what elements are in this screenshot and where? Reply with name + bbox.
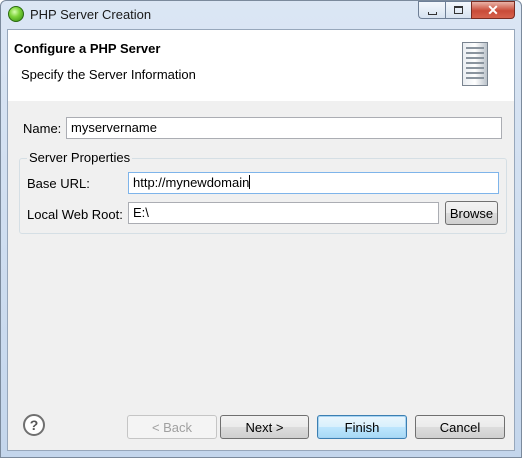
cancel-button[interactable]: Cancel <box>415 415 505 439</box>
title-bar[interactable]: PHP Server Creation ✕ <box>1 1 521 29</box>
name-field[interactable]: myservername <box>66 117 502 139</box>
close-icon: ✕ <box>487 2 499 18</box>
banner-separator <box>8 100 514 101</box>
base-url-field[interactable]: http://mynewdomain <box>128 172 499 194</box>
browse-button[interactable]: Browse <box>445 201 498 225</box>
maximize-button[interactable] <box>445 1 471 19</box>
banner-description: Specify the Server Information <box>21 67 196 82</box>
banner-title: Configure a PHP Server <box>14 41 161 56</box>
base-url-value: http://mynewdomain <box>133 175 250 190</box>
maximize-icon <box>454 6 463 14</box>
text-cursor <box>249 175 251 189</box>
app-icon <box>8 6 24 22</box>
dialog-content: Configure a PHP Server Specify the Serve… <box>7 29 515 451</box>
finish-button[interactable]: Finish <box>317 415 407 439</box>
name-value: myservername <box>71 120 157 135</box>
web-root-field[interactable]: E:\ <box>128 202 439 224</box>
name-label: Name: <box>23 121 62 136</box>
dialog-window: PHP Server Creation ✕ Configure a PHP Se… <box>0 0 522 458</box>
back-button[interactable]: < Back <box>127 415 217 439</box>
web-root-label: Local Web Root: <box>27 207 123 222</box>
next-button[interactable]: Next > <box>220 415 309 439</box>
web-root-value: E:\ <box>133 205 149 220</box>
base-url-label: Base URL: <box>27 176 90 191</box>
minimize-icon <box>427 11 437 15</box>
window-controls: ✕ <box>418 1 515 21</box>
help-icon[interactable]: ? <box>23 414 45 436</box>
window-title: PHP Server Creation <box>30 7 152 22</box>
server-properties-label: Server Properties <box>27 150 133 165</box>
server-icon <box>462 42 488 86</box>
wizard-banner: Configure a PHP Server Specify the Serve… <box>8 30 514 101</box>
close-button[interactable]: ✕ <box>471 1 515 19</box>
minimize-button[interactable] <box>418 1 445 19</box>
